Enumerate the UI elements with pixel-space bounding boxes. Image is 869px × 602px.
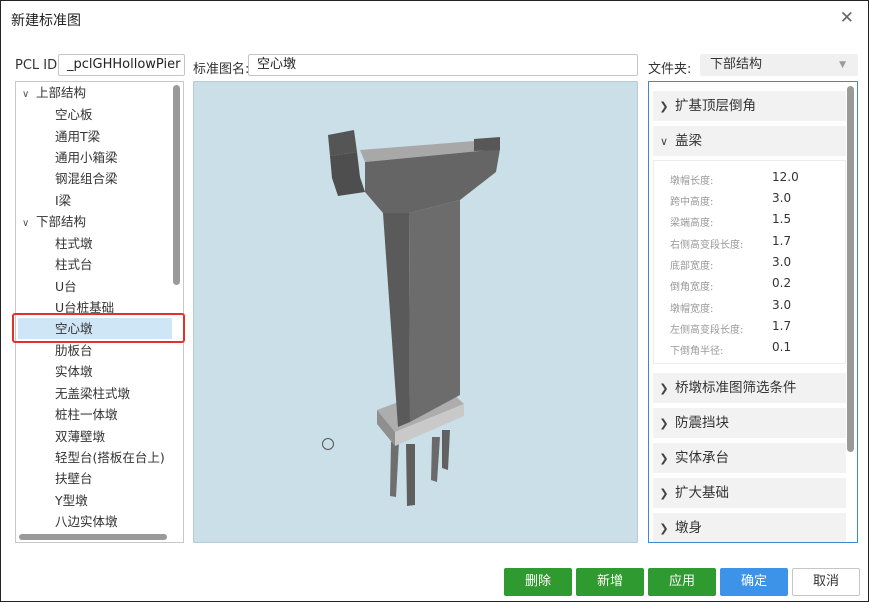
tree-item[interactable]: 扶壁台 (55, 468, 93, 489)
tree-item[interactable]: Y型墩 (55, 490, 88, 511)
panel-vertical-scrollbar[interactable] (847, 86, 854, 452)
tree-item[interactable]: 空心板 (55, 104, 93, 125)
ok-button[interactable]: 确定 (720, 568, 788, 596)
close-icon[interactable]: ✕ (840, 8, 854, 28)
section-pier-body[interactable]: ❯ 墩身 (653, 513, 846, 542)
chevron-right-icon: ❯ (659, 382, 669, 395)
tree-item[interactable]: 柱式墩 (55, 233, 93, 254)
prop-value[interactable]: 3.0 (772, 191, 791, 205)
prop-label: 底部宽度: (670, 261, 714, 272)
prop-label: 墩帽宽度: (670, 304, 714, 315)
dialog-window: 新建标准图 ✕ PCL ID: _pclGHHollowPier 标准图名: 空… (0, 0, 869, 602)
section-solid-cap[interactable]: ❯ 实体承台 (653, 443, 846, 473)
prop-value[interactable]: 1.7 (772, 234, 791, 248)
apply-button[interactable]: 应用 (648, 568, 716, 596)
tree-item[interactable]: 通用小箱梁 (55, 147, 118, 168)
prop-value[interactable]: 12.0 (772, 170, 799, 184)
section-pier-filter[interactable]: ❯ 桥墩标准图筛选条件 (653, 373, 846, 403)
tree-item[interactable]: 肋板台 (55, 340, 93, 361)
section-cap-beam[interactable]: ∨ 盖梁 (653, 126, 846, 156)
section-base-top-chamfer[interactable]: ❯ 扩基顶层倒角 (653, 91, 846, 121)
chevron-down-icon: ▼ (839, 60, 846, 70)
prop-label: 左侧高变段长度: (670, 325, 744, 336)
prop-value[interactable]: 3.0 (772, 298, 791, 312)
prop-label: 倒角宽度: (670, 282, 714, 293)
chevron-right-icon: ❯ (659, 100, 669, 113)
tree-vertical-scrollbar[interactable] (173, 85, 180, 285)
prop-value[interactable]: 3.0 (772, 255, 791, 269)
orbit-center-icon (322, 438, 334, 450)
delete-button[interactable]: 删除 (504, 568, 572, 596)
prop-value[interactable]: 0.1 (772, 340, 791, 354)
dialog-title: 新建标准图 (11, 13, 81, 29)
selection-highlight-box (12, 313, 185, 343)
tree-item[interactable]: 钢混组合梁 (55, 168, 118, 189)
tree-group-superstructure[interactable]: ∨ 上部结构 (22, 82, 86, 103)
prop-label: 右侧高变段长度: (670, 240, 744, 251)
pier-body-side (409, 200, 460, 422)
tree-item[interactable]: 桩柱一体墩 (55, 404, 118, 425)
prop-label: 下倒角半径: (670, 346, 724, 357)
prop-label: 跨中高度: (670, 197, 714, 208)
prop-label: 墩帽长度: (670, 176, 714, 187)
chevron-right-icon: ❯ (659, 417, 669, 430)
prop-value[interactable]: 1.7 (772, 319, 791, 333)
cap-beam-left-block (330, 152, 365, 196)
hollow-pier-model (328, 130, 500, 506)
pcl-id-input[interactable]: _pclGHHollowPier (58, 54, 185, 76)
model-viewport[interactable] (193, 81, 638, 543)
tree-group-substructure[interactable]: ∨ 下部结构 (22, 211, 86, 232)
pcl-id-label: PCL ID: (15, 58, 62, 73)
tree-item[interactable]: 通用T梁 (55, 126, 100, 147)
pier-body-front (383, 213, 410, 427)
tree-item[interactable]: 八边实体墩 (55, 511, 118, 532)
tree-item[interactable]: 双薄壁墩 (55, 426, 105, 447)
chevron-right-icon: ❯ (659, 487, 669, 500)
section-spread-footing[interactable]: ❯ 扩大基础 (653, 478, 846, 508)
cap-beam-right-wall (474, 137, 500, 151)
tree-item[interactable]: 轻型台(搭板在台上) (55, 447, 165, 468)
tree-item[interactable]: U台 (55, 276, 77, 297)
property-panel: ❯ 扩基顶层倒角 ∨ 盖梁 墩帽长度: 12.0 跨中高度: 3.0 梁端高度: 1… (648, 81, 858, 543)
chevron-right-icon: ❯ (659, 522, 669, 535)
tree-item[interactable]: 实体墩 (55, 361, 93, 382)
folder-select[interactable]: 下部结构 ▼ (700, 54, 858, 76)
structure-tree: ∨ 上部结构 空心板 通用T梁 通用小箱梁 钢混组合梁 I梁 ∨ 下部结构 柱式墩 … (15, 81, 184, 543)
prop-value[interactable]: 1.5 (772, 212, 791, 226)
section-seismic-block[interactable]: ❯ 防震挡块 (653, 408, 846, 438)
tree-horizontal-scrollbar[interactable] (19, 534, 167, 540)
chevron-down-icon: ∨ (22, 89, 30, 100)
cancel-button[interactable]: 取消 (792, 568, 860, 596)
cap-beam-properties: 墩帽长度: 12.0 跨中高度: 3.0 梁端高度: 1.5 右侧高变段长度: … (653, 160, 846, 364)
tree-item[interactable]: I梁 (55, 190, 71, 211)
add-button[interactable]: 新增 (576, 568, 644, 596)
prop-label: 梁端高度: (670, 218, 714, 229)
folder-select-value: 下部结构 (710, 57, 763, 72)
tree-item[interactable]: 柱式台 (55, 254, 93, 275)
prop-value[interactable]: 0.2 (772, 276, 791, 290)
chart-name-input[interactable]: 空心墩 (248, 54, 638, 76)
chevron-down-icon: ∨ (22, 218, 30, 229)
chevron-right-icon: ❯ (659, 452, 669, 465)
chart-name-label: 标准图名: (193, 62, 250, 77)
tree-item[interactable]: 无盖梁柱式墩 (55, 383, 130, 404)
cap-beam-left-wall (328, 130, 357, 156)
chevron-down-icon: ∨ (659, 135, 669, 148)
folder-label: 文件夹: (648, 62, 692, 77)
